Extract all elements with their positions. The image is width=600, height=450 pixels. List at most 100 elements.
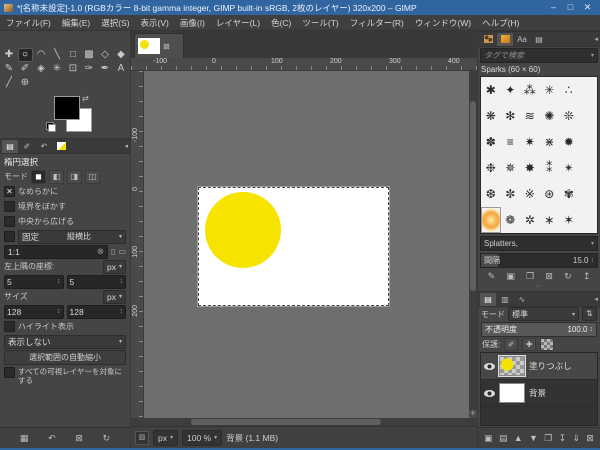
brush-thumbnail[interactable]: ∗ <box>540 207 560 233</box>
spinner-arrows-icon[interactable]: ↕ <box>57 308 61 315</box>
horizontal-scrollbar-thumb[interactable] <box>191 419 381 425</box>
merge-down-button[interactable]: ⇓ <box>572 433 580 444</box>
size-height-input[interactable]: 128 ↕ <box>66 304 126 319</box>
undo-history-tab[interactable]: ↶ <box>36 140 52 153</box>
move-tool[interactable]: ✚ <box>2 48 17 62</box>
brushes-tab[interactable] <box>497 32 513 46</box>
mode-replace-button[interactable]: ◼ <box>31 169 46 184</box>
canvas-viewport[interactable]: -100 0 100 200 ✛ <box>131 71 477 418</box>
airbrush-tool[interactable]: ✳ <box>50 62 65 76</box>
brush-thumbnail[interactable]: ✿ <box>559 233 579 234</box>
paths-tab[interactable]: ∿ <box>514 293 530 306</box>
fixed-checkbox[interactable] <box>4 231 15 242</box>
refresh-brushes-button[interactable]: ↻ <box>564 271 572 282</box>
clone-tool[interactable]: ⊡ <box>66 62 81 76</box>
size-width-input[interactable]: 128 ↕ <box>4 304 64 319</box>
menu-item[interactable]: フィルター(R) <box>350 17 404 29</box>
menu-item[interactable]: 表示(V) <box>141 17 169 29</box>
edit-brush-button[interactable]: ✎ <box>488 271 496 282</box>
tool-options-tab[interactable]: ▤ <box>2 139 18 153</box>
duplicate-brush-button[interactable]: ❐ <box>526 271 534 282</box>
horizontal-scrollbar[interactable] <box>131 418 477 426</box>
spinner-arrows-icon[interactable]: ↕ <box>591 257 595 264</box>
brush-thumbnail[interactable]: ✾ <box>559 181 579 207</box>
portrait-icon[interactable]: ▯ <box>111 247 115 256</box>
zoom-tool[interactable]: ⊕ <box>18 76 33 90</box>
position-y-input[interactable]: 5 ↕ <box>66 274 126 289</box>
menu-item[interactable]: 画像(I) <box>180 17 205 29</box>
document-history-tab[interactable]: ▤ <box>531 33 547 46</box>
mode-add-button[interactable]: ◧ <box>49 169 64 184</box>
rectangle-select-tool[interactable]: □ <box>66 48 81 62</box>
brush-thumbnail[interactable]: ✦ <box>501 77 521 103</box>
layers-tab[interactable]: ▤ <box>480 292 496 306</box>
visibility-eye-icon[interactable] <box>484 362 495 370</box>
pencil-tool[interactable]: ✎ <box>2 62 17 76</box>
brush-thumbnail[interactable]: ❂ <box>540 233 560 234</box>
brush-thumbnail[interactable] <box>481 207 501 233</box>
layer-thumbnail[interactable] <box>499 383 525 403</box>
open-brush-as-image-button[interactable]: ↥ <box>583 271 591 282</box>
transform-tool[interactable]: ◇ <box>98 48 113 62</box>
image-tab[interactable] <box>53 140 69 153</box>
canvas-image[interactable] <box>198 187 389 306</box>
spinner-arrows-icon[interactable]: ↕ <box>120 308 124 315</box>
brush-spacing-slider[interactable]: 間隔 15.0 ↕ <box>480 253 598 268</box>
dock-menu-icon[interactable]: ◂ <box>594 295 598 303</box>
smudge-tool[interactable]: ✑ <box>82 62 97 76</box>
brush-thumbnail[interactable]: ✭ <box>520 233 540 234</box>
brush-thumbnail[interactable]: ⋇ <box>540 129 560 155</box>
lower-layer-button[interactable]: ▼ <box>529 433 538 443</box>
delete-brush-button[interactable]: ⊠ <box>545 271 553 282</box>
reset-tool-options-button[interactable]: ↻ <box>103 433 111 444</box>
brush-tag-input[interactable]: Splatters, ▾ <box>480 236 598 251</box>
ink-tool[interactable]: ✒ <box>98 62 113 76</box>
brush-thumbnail[interactable]: ❃ <box>481 233 501 234</box>
default-colors-icon[interactable] <box>46 122 56 132</box>
size-unit-combo[interactable]: px ▾ <box>103 289 126 304</box>
brush-thumbnail[interactable]: ✶ <box>559 207 579 233</box>
layer-mode-combo[interactable]: 標準 ▾ <box>508 307 579 321</box>
brush-thumbnail[interactable]: ✸ <box>520 155 540 181</box>
close-button[interactable]: ✕ <box>579 0 596 15</box>
brush-thumbnail[interactable]: ✴ <box>559 155 579 181</box>
vertical-scrollbar[interactable] <box>469 71 477 418</box>
layer-thumbnail[interactable] <box>498 355 526 377</box>
free-select-tool[interactable]: ◠ <box>34 48 49 62</box>
dock-menu-icon[interactable]: ◂ <box>594 35 598 43</box>
unit-combo[interactable]: px ▾ <box>153 429 178 446</box>
brush-thumbnail[interactable]: ✺ <box>540 103 560 129</box>
zoom-combo[interactable]: 100 % ▾ <box>182 429 223 446</box>
image-tab[interactable]: ⊠ <box>134 33 184 58</box>
device-status-tab[interactable]: ✐ <box>19 140 35 153</box>
brush-thumbnail[interactable]: ⁂ <box>520 77 540 103</box>
vertical-scrollbar-thumb[interactable] <box>470 101 476 291</box>
ratio-input[interactable]: 1:1 ⊗ <box>4 244 109 259</box>
eraser-tool[interactable]: ◈ <box>34 62 49 76</box>
auto-shrink-button[interactable]: 選択範囲の自動縮小 <box>4 350 126 365</box>
foreground-color-swatch[interactable] <box>54 96 80 120</box>
save-tool-preset-button[interactable]: ▦ <box>20 433 29 444</box>
layer-name[interactable]: 背景 <box>529 387 546 399</box>
spinner-arrows-icon[interactable]: ↕ <box>120 278 124 285</box>
brush-thumbnail[interactable]: ✵ <box>501 155 521 181</box>
fixed-combo[interactable]: 固定 縦横比 ▾ <box>18 229 126 244</box>
brush-thumbnail[interactable]: ✹ <box>559 129 579 155</box>
highlight-checkbox[interactable] <box>4 321 15 332</box>
mode-subtract-button[interactable]: ◨ <box>67 169 82 184</box>
brush-thumbnail[interactable]: ※ <box>520 181 540 207</box>
vertical-ruler[interactable]: -100 0 100 200 <box>131 71 144 418</box>
bucket-fill-tool[interactable]: ◆ <box>114 48 129 62</box>
brush-thumbnail[interactable]: ✻ <box>501 103 521 129</box>
patterns-tab[interactable] <box>480 33 496 46</box>
mode-intersect-button[interactable]: ◫ <box>85 169 100 184</box>
menu-item[interactable]: 色(C) <box>271 17 291 29</box>
brush-thumbnail[interactable]: ✱ <box>481 77 501 103</box>
layer-name[interactable]: 塗りつぶし <box>529 360 572 372</box>
layer-row[interactable]: 背景 <box>481 380 597 407</box>
menu-item[interactable]: レイヤー(L) <box>216 17 260 29</box>
brush-thumbnail[interactable]: ≡ <box>501 129 521 155</box>
color-picker-tool[interactable]: ╱ <box>2 76 17 90</box>
swap-colors-icon[interactable]: ⇄ <box>82 94 89 103</box>
brush-thumbnail[interactable]: ✯ <box>501 233 521 234</box>
